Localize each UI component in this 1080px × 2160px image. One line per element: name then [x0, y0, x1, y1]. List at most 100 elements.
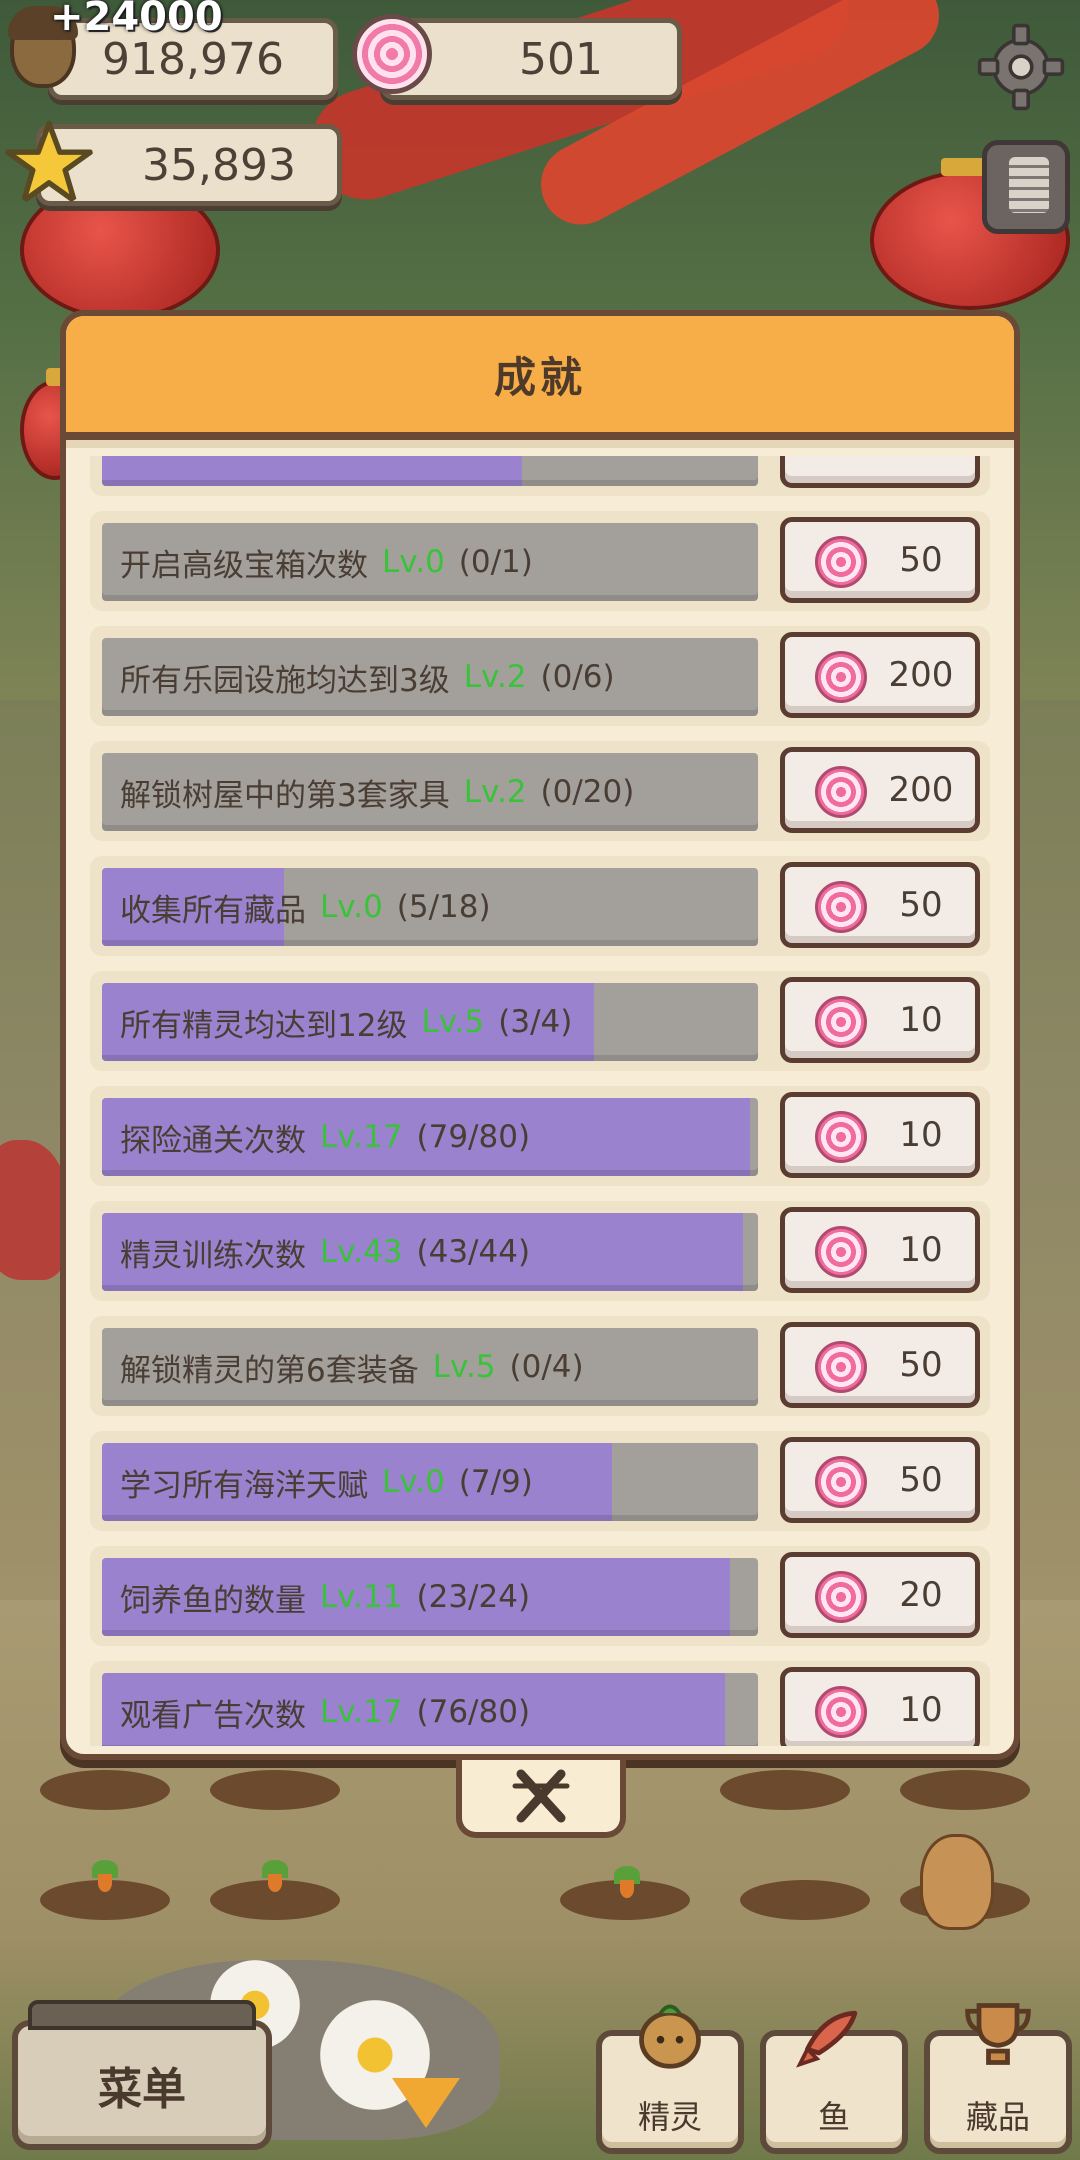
achievement-reward-button[interactable]: 200 — [780, 632, 980, 718]
achievement-text: 学习所有海洋天赋 Lv.0 (7/9) — [120, 1443, 533, 1521]
fish-button[interactable]: 鱼 — [760, 2010, 908, 2154]
achievement-level: Lv.5 — [432, 1349, 496, 1385]
achievement-row: 所有精灵均达到12级 Lv.5 (3/4) 10 — [90, 971, 990, 1071]
achievement-row-partial — [90, 456, 990, 496]
achievement-level: Lv.2 — [463, 659, 527, 695]
achievement-progress-bar: 解锁精灵的第6套装备 Lv.5 (0/4) — [102, 1328, 758, 1406]
reward-amount: 50 — [899, 1460, 943, 1500]
candy-icon — [815, 766, 867, 818]
close-button[interactable] — [456, 1760, 626, 1838]
candy-icon — [815, 536, 867, 588]
candy-icon — [815, 1341, 867, 1393]
achievement-name: 解锁树屋中的第3套家具 — [120, 777, 450, 814]
reward-amount: 20 — [899, 1575, 943, 1615]
achievement-progress-bar: 观看广告次数 Lv.17 (76/80) — [102, 1673, 758, 1746]
reward-amount: 200 — [888, 770, 954, 810]
menu-button[interactable]: 菜单 — [12, 2000, 272, 2150]
achievement-row: 观看广告次数 Lv.17 (76/80) 10 — [90, 1661, 990, 1746]
achievement-reward-button[interactable] — [780, 456, 980, 488]
candy-icon — [815, 881, 867, 933]
achievement-row: 解锁精灵的第6套装备 Lv.5 (0/4) 50 — [90, 1316, 990, 1416]
achievement-progress-text: (7/9) — [458, 1464, 533, 1500]
achievement-reward-button[interactable]: 10 — [780, 1207, 980, 1293]
reward-amount: 10 — [899, 1115, 943, 1155]
achievement-text: 收集所有藏品 Lv.0 (5/18) — [120, 868, 491, 946]
achievement-progress-text: (43/44) — [416, 1234, 531, 1270]
achievement-level: Lv.5 — [421, 1004, 485, 1040]
achievement-text: 解锁树屋中的第3套家具 Lv.2 (0/20) — [120, 753, 634, 831]
achievement-reward-button[interactable]: 50 — [780, 1437, 980, 1523]
carrot-sprout — [88, 1860, 122, 1892]
achievement-reward-button[interactable]: 50 — [780, 1322, 980, 1408]
dirt-patch — [900, 1770, 1030, 1810]
achievement-level: Lv.11 — [320, 1579, 403, 1615]
achievement-row: 解锁树屋中的第3套家具 Lv.2 (0/20) 200 — [90, 741, 990, 841]
achievement-row: 探险通关次数 Lv.17 (79/80) 10 — [90, 1086, 990, 1186]
spirit-character-icon — [639, 2004, 701, 2069]
achievement-row: 饲养鱼的数量 Lv.11 (23/24) 20 — [90, 1546, 990, 1646]
star-count: 35,893 — [142, 139, 296, 191]
spirits-button[interactable]: 精灵 — [596, 2004, 744, 2154]
reward-amount: 200 — [888, 655, 954, 695]
potato-decoration — [920, 1834, 994, 1930]
achievement-reward-button[interactable]: 10 — [780, 1092, 980, 1178]
candy-icon — [815, 1571, 867, 1623]
achievement-progress-text: (3/4) — [498, 1004, 573, 1040]
achievements-modal: 成就 开启高级宝箱次数 Lv.0 (0/1) 50 所有乐园设施均达到3级 Lv.2 (0/… — [60, 310, 1020, 1760]
reward-amount: 50 — [899, 1345, 943, 1385]
dirt-patch — [740, 1880, 870, 1920]
achievement-progress-bar — [102, 456, 758, 486]
achievement-reward-button[interactable]: 20 — [780, 1552, 980, 1638]
achievement-reward-button[interactable]: 10 — [780, 977, 980, 1063]
achievement-name: 探险通关次数 — [120, 1122, 306, 1159]
carrot-sprout — [258, 1860, 292, 1892]
acorn-count: 918,976 — [102, 33, 284, 85]
fish-label: 鱼 — [817, 2098, 850, 2136]
settings-gear-icon[interactable] — [976, 22, 1066, 112]
achievement-name: 观看广告次数 — [120, 1697, 306, 1734]
dirt-patch — [40, 1770, 170, 1810]
expand-down-arrow-icon[interactable] — [392, 2078, 460, 2128]
notes-document-icon[interactable] — [982, 140, 1070, 234]
achievement-level: Lv.0 — [382, 1464, 445, 1500]
achievement-list-content: 开启高级宝箱次数 Lv.0 (0/1) 50 所有乐园设施均达到3级 Lv.2 (0/6) 2… — [90, 456, 990, 1746]
fish-icon — [796, 2010, 858, 2068]
achievement-name: 解锁精灵的第6套装备 — [120, 1352, 419, 1389]
achievement-level: Lv.17 — [320, 1119, 403, 1155]
achievement-name: 饲养鱼的数量 — [120, 1582, 306, 1619]
candy-icon — [815, 1686, 867, 1738]
modal-header: 成就 — [66, 316, 1014, 448]
modal-title: 成就 — [493, 352, 586, 402]
achievement-progress-text: (0/1) — [458, 544, 533, 580]
achievement-progress-text: (5/18) — [396, 889, 491, 925]
achievement-progress-bar: 学习所有海洋天赋 Lv.0 (7/9) — [102, 1443, 758, 1521]
achievement-progress-text: (76/80) — [416, 1694, 531, 1730]
achievement-name: 精灵训练次数 — [120, 1237, 306, 1274]
achievement-level: Lv.17 — [320, 1694, 403, 1730]
achievement-progress-text: (23/24) — [416, 1579, 531, 1615]
achievement-text: 开启高级宝箱次数 Lv.0 (0/1) — [120, 523, 533, 601]
achievement-level: Lv.43 — [320, 1234, 403, 1270]
achievement-row: 所有乐园设施均达到3级 Lv.2 (0/6) 200 — [90, 626, 990, 726]
achievement-row: 学习所有海洋天赋 Lv.0 (7/9) 50 — [90, 1431, 990, 1531]
achievement-text: 探险通关次数 Lv.17 (79/80) — [120, 1098, 530, 1176]
achievement-name: 学习所有海洋天赋 — [120, 1467, 368, 1504]
reward-amount: 10 — [899, 1230, 943, 1270]
collection-label: 藏品 — [965, 2098, 1030, 2136]
achievement-progress-bar: 开启高级宝箱次数 Lv.0 (0/1) — [102, 523, 758, 601]
collection-button[interactable]: 藏品 — [924, 2003, 1072, 2154]
achievement-progress-fill — [102, 456, 522, 486]
achievement-reward-button[interactable]: 50 — [780, 862, 980, 948]
achievement-list[interactable]: 开启高级宝箱次数 Lv.0 (0/1) 50 所有乐园设施均达到3级 Lv.2 (0/6) 2… — [90, 456, 990, 1746]
achievement-progress-text: (0/20) — [540, 774, 635, 810]
achievement-reward-button[interactable]: 10 — [780, 1667, 980, 1746]
achievement-reward-button[interactable]: 50 — [780, 517, 980, 603]
achievement-progress-bar: 所有乐园设施均达到3级 Lv.2 (0/6) — [102, 638, 758, 716]
achievement-progress-bar: 解锁树屋中的第3套家具 Lv.2 (0/20) — [102, 753, 758, 831]
achievement-name: 所有精灵均达到12级 — [120, 1007, 408, 1044]
achievement-text: 所有精灵均达到12级 Lv.5 (3/4) — [120, 983, 572, 1061]
achievement-name: 所有乐园设施均达到3级 — [120, 662, 450, 699]
reward-amount: 50 — [899, 540, 943, 580]
achievement-reward-button[interactable]: 200 — [780, 747, 980, 833]
candy-icon — [815, 651, 867, 703]
